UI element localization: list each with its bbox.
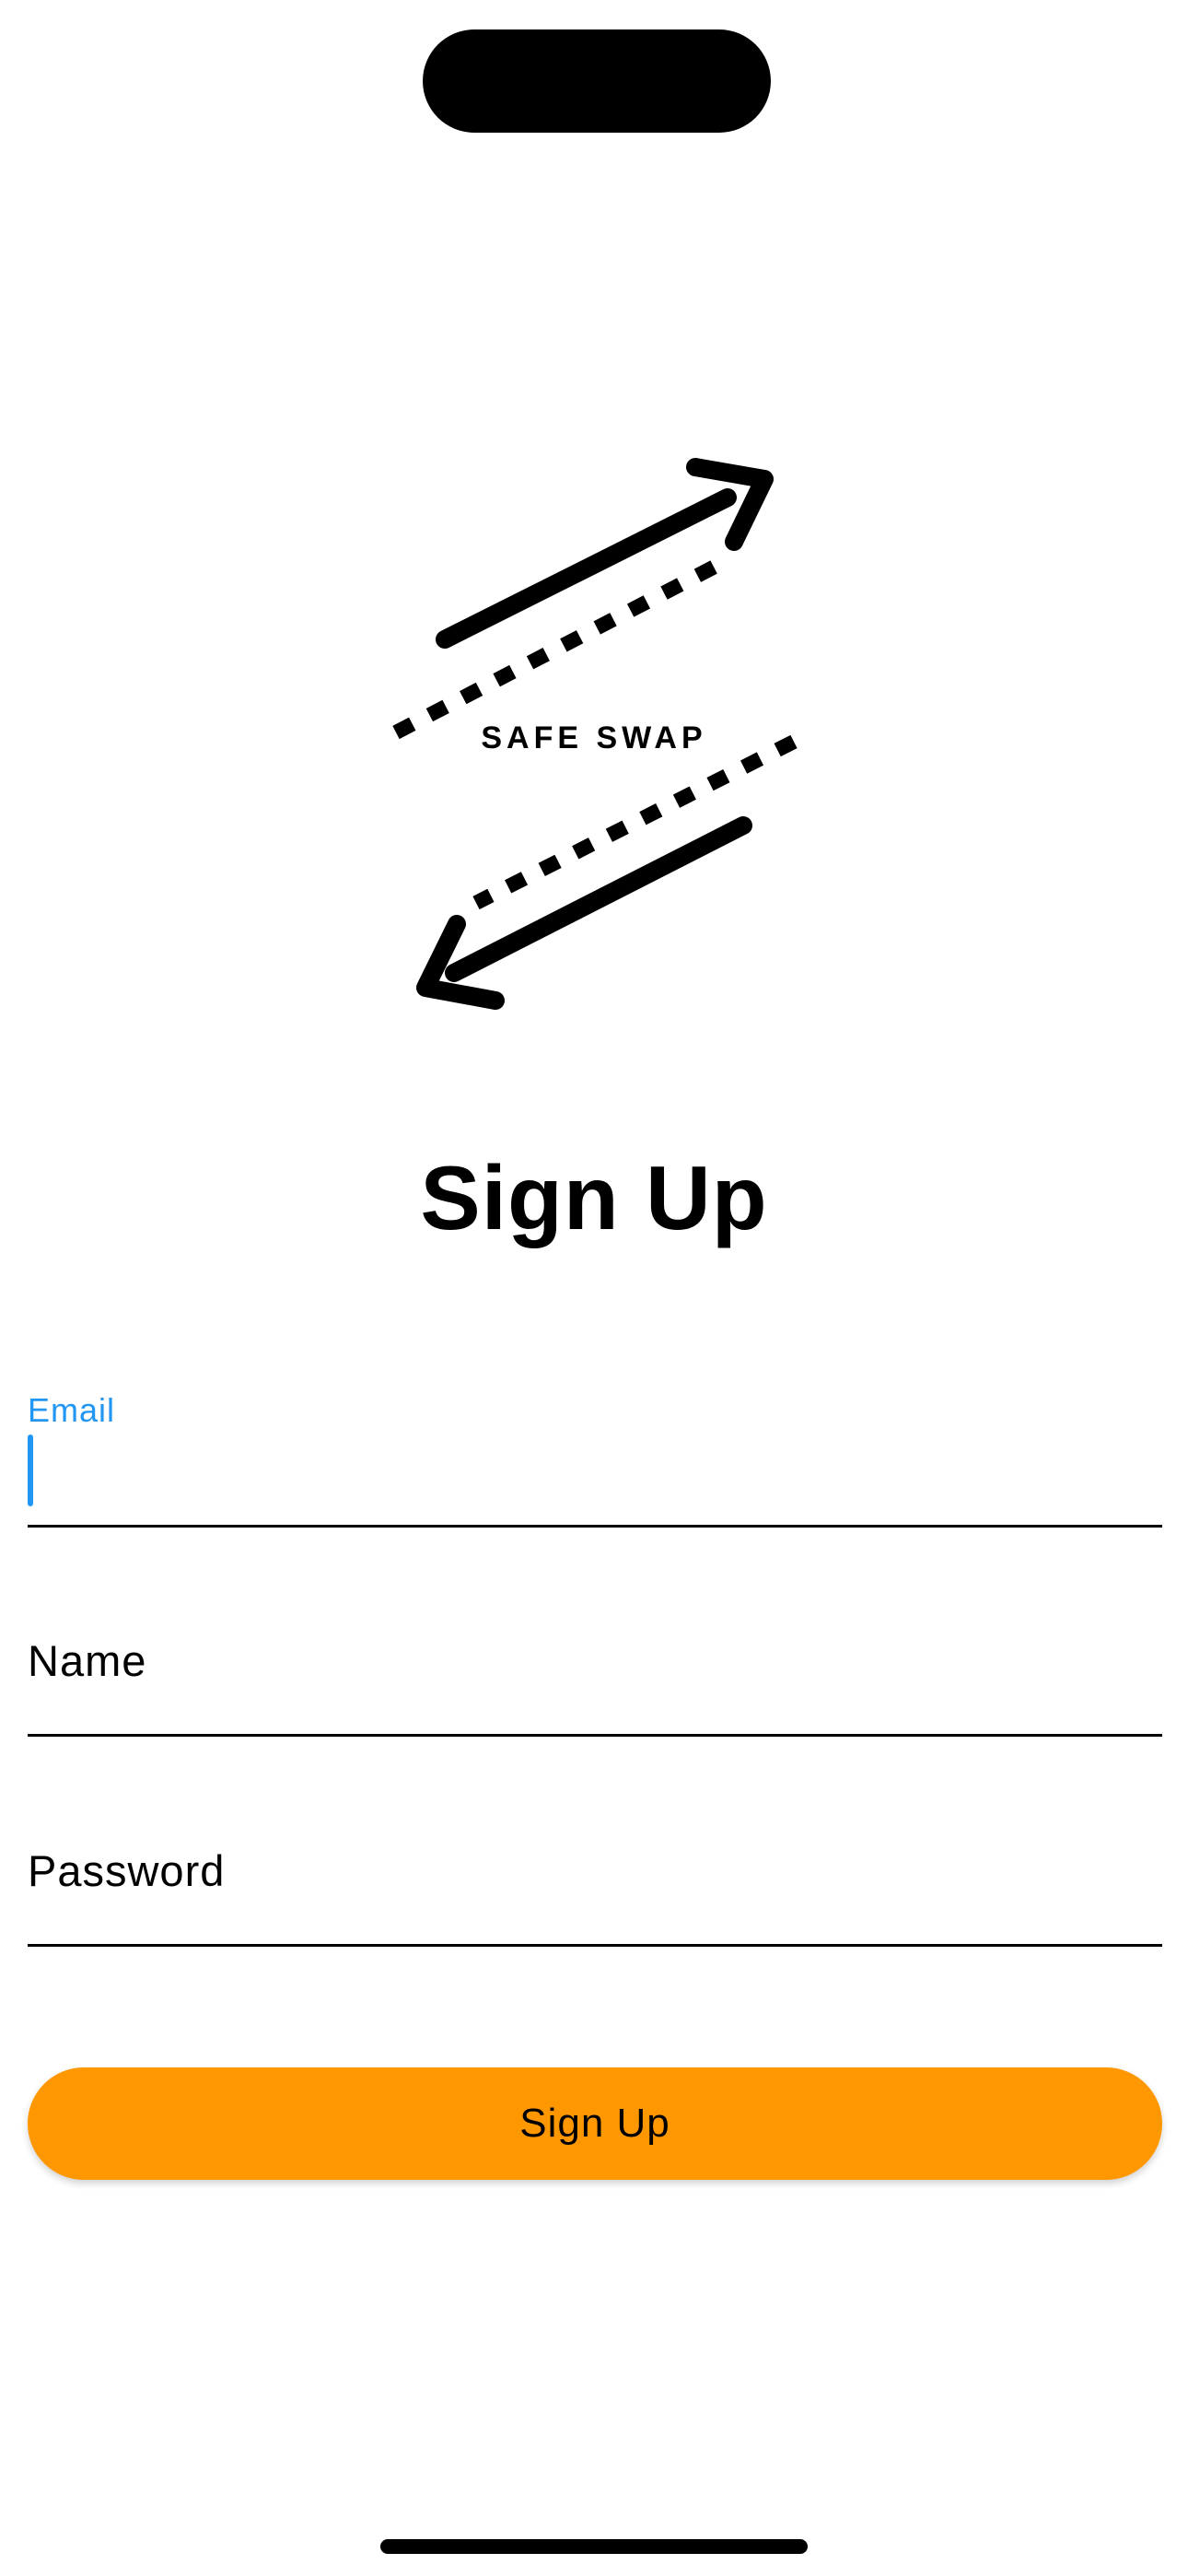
email-input[interactable] bbox=[28, 1455, 1162, 1519]
two-way-arrows-icon: SAFE SWAP bbox=[392, 458, 798, 1010]
name-field[interactable]: Name bbox=[28, 1603, 1162, 1737]
password-field[interactable]: Password bbox=[28, 1813, 1162, 1947]
email-label: Email bbox=[28, 1391, 116, 1429]
page-title: Sign Up bbox=[420, 1147, 768, 1248]
logo-wordmark: SAFE SWAP bbox=[481, 720, 706, 755]
email-field[interactable]: Email bbox=[28, 1382, 1162, 1528]
home-indicator[interactable] bbox=[380, 2539, 808, 2554]
dynamic-island bbox=[423, 29, 771, 133]
password-input[interactable] bbox=[28, 1874, 1162, 1938]
sign-up-button[interactable]: Sign Up bbox=[28, 2067, 1162, 2180]
name-input[interactable] bbox=[28, 1664, 1162, 1728]
safe-swap-logo: SAFE SWAP bbox=[368, 433, 829, 1041]
